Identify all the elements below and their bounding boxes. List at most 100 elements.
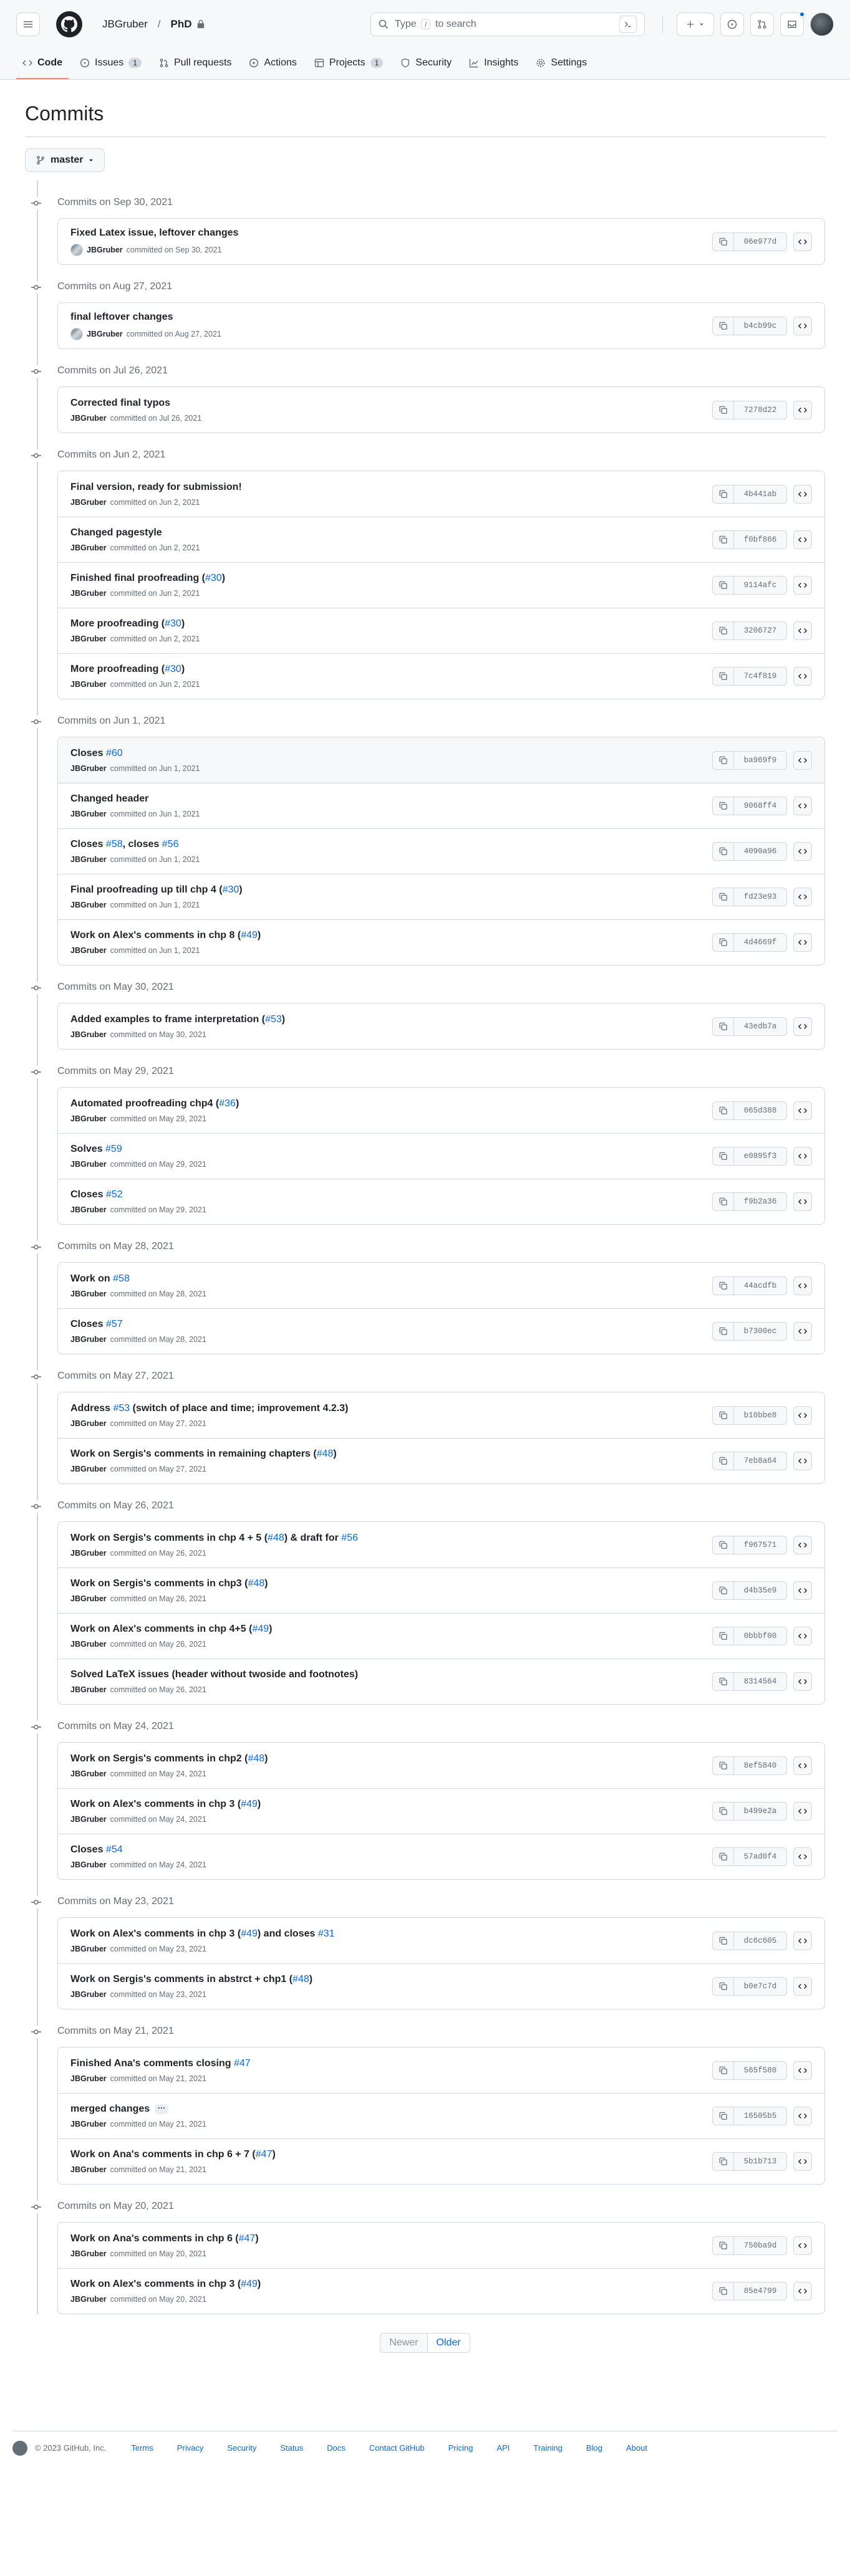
commit-sha-link[interactable]: 4b441ab (734, 486, 786, 503)
copy-sha-button[interactable] (713, 1452, 734, 1470)
issue-link[interactable]: #36 (219, 1098, 236, 1109)
issue-link[interactable]: #31 (318, 1928, 335, 1939)
issue-link[interactable]: #49 (241, 1799, 258, 1809)
commit-sha-link[interactable]: 57ad0f4 (734, 1848, 786, 1865)
copy-sha-button[interactable] (713, 232, 734, 251)
commit-author[interactable]: JBGruber (70, 1290, 107, 1298)
commit-message-text[interactable]: ) (236, 1098, 239, 1109)
author-avatar[interactable] (70, 243, 83, 256)
commit-sha-link[interactable]: b499e2a (734, 1803, 786, 1820)
create-new-button[interactable] (677, 12, 714, 36)
tab-issues[interactable]: Issues 1 (74, 48, 148, 79)
commit-message-text[interactable]: ) & draft for (284, 1533, 342, 1543)
commit-message[interactable]: Work on Alex's comments in chp 3 (#49) a… (70, 1928, 712, 1940)
repo-link[interactable]: PhD (170, 18, 191, 31)
commit-message-text[interactable]: More proofreading ( (70, 664, 165, 674)
copy-sha-button[interactable] (713, 797, 734, 815)
commit-author[interactable]: JBGruber (87, 246, 123, 254)
commit-message[interactable]: Work on Alex's comments in chp 3 (#49) (70, 1799, 712, 1810)
commit-message[interactable]: Final proofreading up till chp 4 (#30) (70, 884, 712, 896)
browse-repo-button[interactable] (793, 2061, 812, 2080)
commit-author[interactable]: JBGruber (70, 1335, 107, 1344)
commit-author[interactable]: JBGruber (70, 1205, 107, 1214)
commit-sha-link[interactable]: 8314564 (734, 1673, 786, 1690)
issue-link[interactable]: #47 (239, 2233, 256, 2244)
commit-message[interactable]: Work on Alex's comments in chp 8 (#49) (70, 930, 712, 941)
owner-link[interactable]: JBGruber (102, 18, 148, 31)
issue-link[interactable]: #48 (317, 1448, 334, 1459)
copy-sha-button[interactable] (713, 1673, 734, 1690)
tab-actions[interactable]: Actions (243, 48, 302, 79)
commit-message-text[interactable]: Closes (70, 748, 106, 759)
commit-message[interactable]: merged changes ··· (70, 2104, 712, 2115)
copy-sha-button[interactable] (713, 1406, 734, 1424)
copy-sha-button[interactable] (713, 1932, 734, 1950)
commit-author[interactable]: JBGruber (70, 1685, 107, 1694)
browse-repo-button[interactable] (793, 1101, 812, 1120)
commit-message-text[interactable]: ) (258, 1799, 261, 1809)
commit-message-text[interactable]: Solves (70, 1144, 105, 1154)
copy-sha-button[interactable] (713, 401, 734, 419)
commit-author[interactable]: JBGruber (70, 2120, 107, 2128)
browse-repo-button[interactable] (793, 1276, 812, 1295)
browse-repo-button[interactable] (793, 621, 812, 640)
commit-author[interactable]: JBGruber (87, 330, 123, 338)
commit-message-text[interactable]: ) (181, 618, 185, 629)
commit-sha-link[interactable]: 3206727 (734, 622, 786, 639)
copy-sha-button[interactable] (713, 934, 734, 951)
copy-sha-button[interactable] (713, 1756, 734, 1774)
browse-repo-button[interactable] (793, 667, 812, 686)
footer-link-training[interactable]: Training (533, 2443, 562, 2453)
commit-author[interactable]: JBGruber (70, 1594, 107, 1603)
commit-author[interactable]: JBGruber (70, 2249, 107, 2258)
commit-message-text[interactable]: Work on Sergis's comments in remaining c… (70, 1448, 317, 1459)
browse-repo-button[interactable] (793, 1535, 812, 1554)
issue-link[interactable]: #48 (268, 1533, 284, 1543)
commit-sha-link[interactable]: 9114afc (734, 577, 786, 594)
commit-sha-link[interactable]: 4d4669f (734, 934, 786, 951)
commit-author[interactable]: JBGruber (70, 1114, 107, 1123)
commit-sha-link[interactable]: f967571 (734, 1536, 786, 1554)
copy-sha-button[interactable] (713, 1627, 734, 1645)
commit-sha-link[interactable]: b10bbe8 (734, 1407, 786, 1424)
browse-repo-button[interactable] (793, 316, 812, 335)
browse-repo-button[interactable] (793, 1627, 812, 1645)
copy-sha-button[interactable] (713, 1147, 734, 1165)
commit-message[interactable]: Closes #57 (70, 1319, 712, 1330)
commit-message-text[interactable]: ) (309, 1974, 312, 1985)
browse-repo-button[interactable] (793, 484, 812, 504)
issue-link[interactable]: #48 (248, 1753, 264, 1764)
commit-message-text[interactable]: Work on Alex's comments in chp 3 ( (70, 1928, 241, 1939)
issue-link[interactable]: #49 (252, 1624, 269, 1634)
copy-sha-button[interactable] (713, 485, 734, 503)
commit-sha-link[interactable]: 9068ff4 (734, 797, 786, 815)
browse-repo-button[interactable] (793, 576, 812, 595)
commit-sha-link[interactable]: dc6c605 (734, 1932, 786, 1950)
commit-message[interactable]: Finished final proofreading (#30) (70, 573, 712, 584)
copy-sha-button[interactable] (713, 1848, 734, 1865)
commit-sha-link[interactable]: ba969f9 (734, 752, 786, 769)
footer-link-api[interactable]: API (496, 2443, 510, 2453)
commit-message[interactable]: Finished Ana's comments closing #47 (70, 2058, 712, 2069)
issue-link[interactable]: #30 (205, 573, 222, 583)
footer-link-status[interactable]: Status (280, 2443, 303, 2453)
commit-sha-link[interactable]: 06e977d (734, 233, 786, 251)
commit-message-text[interactable]: Work on Alex's comments in chp 3 ( (70, 1799, 241, 1809)
commit-message[interactable]: Work on Alex's comments in chp 4+5 (#49) (70, 1624, 712, 1635)
commit-sha-link[interactable]: d4b35e9 (734, 1582, 786, 1599)
commit-message-text[interactable]: Closes (70, 1319, 106, 1329)
copy-sha-button[interactable] (713, 1323, 734, 1340)
commit-message-text[interactable]: Work on Sergis's comments in chp 4 + 5 ( (70, 1533, 268, 1543)
issue-link[interactable]: #49 (241, 1928, 258, 1939)
menu-button[interactable] (16, 12, 40, 36)
commit-message[interactable]: Work on #58 (70, 1273, 712, 1285)
commit-sha-link[interactable]: 44acdfb (734, 1277, 786, 1295)
commit-sha-link[interactable]: 065d388 (734, 1102, 786, 1119)
search-input[interactable]: Type / to search (370, 12, 645, 36)
commit-message-text[interactable]: Closes (70, 1189, 106, 1200)
commit-message[interactable]: Changed header (70, 793, 712, 805)
footer-link-contact-github[interactable]: Contact GitHub (369, 2443, 425, 2453)
browse-repo-button[interactable] (793, 933, 812, 952)
commit-message-text[interactable]: Work on (70, 1273, 113, 1284)
github-logo-icon[interactable] (56, 11, 82, 37)
